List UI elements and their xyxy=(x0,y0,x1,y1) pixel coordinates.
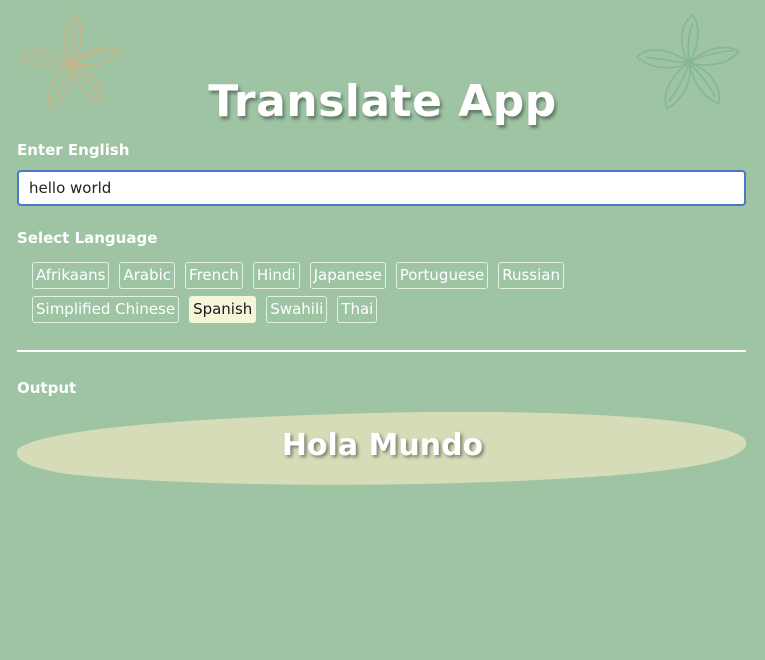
language-button-list: Afrikaans Arabic French Hindi Japanese P… xyxy=(32,262,732,330)
language-row: Afrikaans Arabic French Hindi Japanese P… xyxy=(32,262,732,291)
translated-output-text: Hola Mundo xyxy=(281,428,484,463)
english-text-input[interactable] xyxy=(17,170,746,206)
language-button-french[interactable]: French xyxy=(185,262,243,289)
language-button-spanish[interactable]: Spanish xyxy=(189,296,257,323)
language-button-afrikaans[interactable]: Afrikaans xyxy=(32,262,110,289)
language-button-arabic[interactable]: Arabic xyxy=(119,262,176,289)
language-button-thai[interactable]: Thai xyxy=(337,296,378,323)
language-button-japanese[interactable]: Japanese xyxy=(309,262,386,289)
app-title: Translate App xyxy=(208,76,557,127)
language-button-portuguese[interactable]: Portuguese xyxy=(395,262,489,289)
section-divider xyxy=(17,350,746,352)
enter-english-label: Enter English xyxy=(17,141,130,159)
english-input-container xyxy=(17,170,746,206)
language-button-hindi[interactable]: Hindi xyxy=(252,262,300,289)
language-row: Simplified Chinese Spanish Swahili Thai xyxy=(32,296,732,325)
language-button-swahili[interactable]: Swahili xyxy=(266,296,328,323)
select-language-label: Select Language xyxy=(17,229,158,247)
output-label: Output xyxy=(17,379,77,397)
language-button-simplified-chinese[interactable]: Simplified Chinese xyxy=(32,296,180,323)
language-button-russian[interactable]: Russian xyxy=(498,262,564,289)
